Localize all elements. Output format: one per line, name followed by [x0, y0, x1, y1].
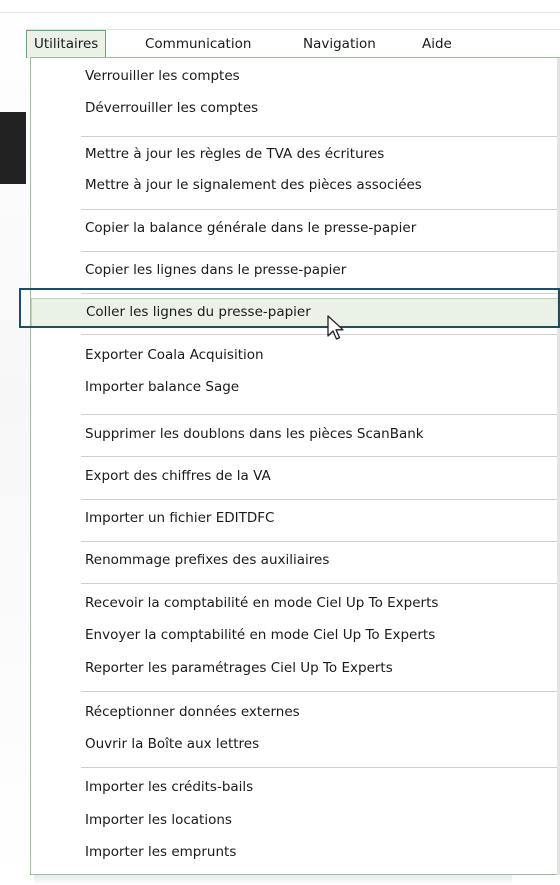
background-dark-panel [0, 112, 26, 184]
menu-item-envoyer-ciel[interactable]: Envoyer la comptabilité en mode Ciel Up … [31, 622, 559, 649]
menu-item-maj-regles-tva[interactable]: Mettre à jour les règles de TVA des écri… [31, 141, 559, 168]
menu-item-importer-balance-sage[interactable]: Importer balance Sage [31, 374, 559, 401]
menu-item-exporter-coala[interactable]: Exporter Coala Acquisition [31, 342, 559, 369]
menu-item-export-chiffres-va[interactable]: Export des chiffres de la VA [31, 463, 559, 490]
menu-separator [81, 767, 557, 768]
menu-item-importer-emprunts[interactable]: Importer les emprunts [31, 839, 559, 866]
menu-item-reporter-parametrages[interactable]: Reporter les paramétrages Ciel Up To Exp… [31, 655, 559, 682]
menu-item-ouvrir-boite-lettres[interactable]: Ouvrir la Boîte aux lettres [31, 731, 559, 758]
menu-separator [81, 583, 557, 584]
menu-item-deverrouiller-comptes[interactable]: Déverrouiller les comptes [31, 95, 559, 122]
background-divider [0, 12, 560, 13]
menu-shadow [34, 875, 512, 885]
menu-aide[interactable]: Aide [415, 30, 459, 58]
menu-separator [81, 691, 557, 692]
menu-item-maj-signalement-pieces[interactable]: Mettre à jour le signalement des pièces … [31, 172, 559, 199]
menu-navigation[interactable]: Navigation [296, 30, 383, 58]
menu-separator [81, 334, 557, 335]
menu-item-recevoir-ciel[interactable]: Recevoir la comptabilité en mode Ciel Up… [31, 590, 559, 617]
menu-item-importer-locations[interactable]: Importer les locations [31, 807, 559, 834]
menu-separator [81, 499, 557, 500]
menu-separator [81, 541, 557, 542]
menu-separator [81, 456, 557, 457]
utilitaires-dropdown-menu: Verrouiller les comptes Déverrouiller le… [30, 57, 560, 875]
menu-utilitaires[interactable]: Utilitaires [26, 30, 107, 58]
menu-item-copier-lignes[interactable]: Copier les lignes dans le presse-papier [31, 257, 559, 284]
menu-item-verrouiller-comptes[interactable]: Verrouiller les comptes [31, 63, 559, 90]
mouse-pointer-icon [327, 315, 344, 340]
menu-separator [81, 251, 557, 252]
menu-item-supprimer-doublons[interactable]: Supprimer les doublons dans les pièces S… [31, 421, 559, 448]
menu-communication[interactable]: Communication [138, 30, 258, 58]
menu-separator [81, 293, 557, 294]
menu-item-importer-credits-bails[interactable]: Importer les crédits-bails [31, 774, 559, 801]
menu-item-coller-lignes[interactable]: Coller les lignes du presse-papier [31, 298, 559, 327]
menu-item-importer-editdfc[interactable]: Importer un fichier EDITDFC [31, 505, 559, 532]
menu-item-renommage-prefixes[interactable]: Renommage prefixes des auxiliaires [31, 547, 559, 574]
menu-separator [81, 414, 557, 415]
menu-item-copier-balance[interactable]: Copier la balance générale dans le press… [31, 215, 559, 242]
menu-separator [81, 209, 557, 210]
menu-separator [81, 136, 557, 137]
menu-bar: Utilitaires Communication Navigation Aid… [26, 29, 560, 59]
menu-item-receptionner-donnees[interactable]: Réceptionner données externes [31, 699, 559, 726]
